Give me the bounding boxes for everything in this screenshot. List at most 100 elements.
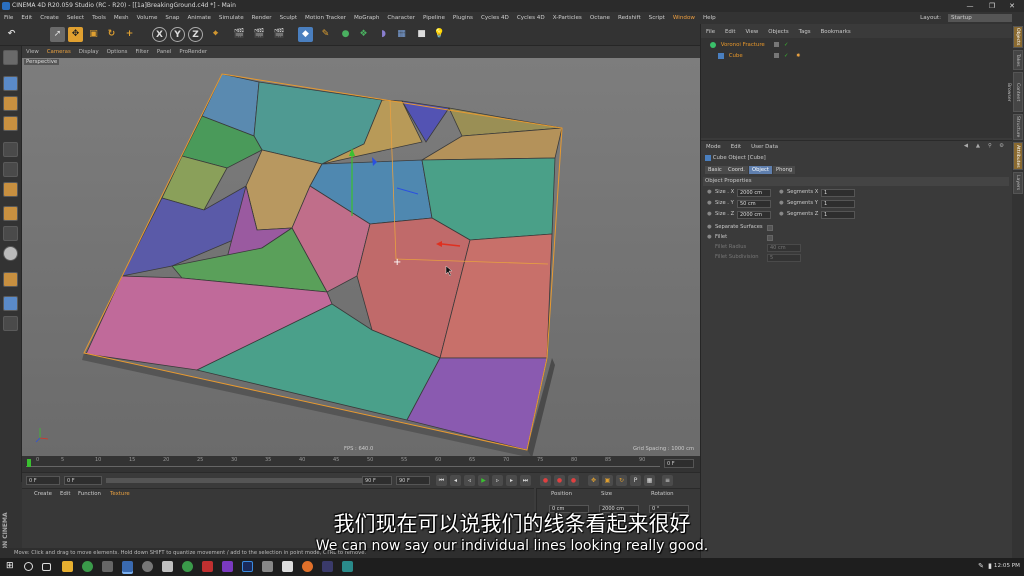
object-row-voronoi-fracture[interactable]: Voronoi Fracture ✓ — [704, 40, 1004, 50]
visibility-dots-icon[interactable] — [774, 42, 779, 47]
visibility-dots-icon[interactable] — [774, 53, 779, 58]
keyframe-selection-icon[interactable]: ● — [568, 475, 579, 486]
material-menu-function[interactable]: Function — [78, 491, 101, 497]
tab-objects[interactable]: Objects — [1013, 26, 1023, 48]
taskbar-clock[interactable]: 12:05 PM — [994, 563, 1020, 569]
taskbar-app-icon[interactable] — [162, 561, 173, 572]
prev-frame-icon[interactable]: ◃ — [464, 475, 475, 486]
menu-tools[interactable]: Tools — [88, 12, 110, 24]
texture-mode-icon[interactable] — [3, 96, 18, 111]
fillet-subdivision-field[interactable]: 5 — [767, 254, 801, 262]
polygons-mode-icon[interactable] — [3, 182, 18, 197]
workplane-icon[interactable] — [3, 272, 18, 287]
tab-object[interactable]: Object — [749, 166, 772, 174]
menu-animate[interactable]: Animate — [183, 12, 214, 24]
windows-start-icon[interactable]: ⊞ — [6, 561, 17, 572]
next-frame-icon[interactable]: ▹ — [492, 475, 503, 486]
obj-menu-edit[interactable]: Edit — [720, 27, 740, 38]
menu-select[interactable]: Select — [63, 12, 88, 24]
scale-tool-icon[interactable]: ▣ — [86, 27, 101, 42]
cortana-icon[interactable] — [24, 562, 33, 571]
spline-pen-icon[interactable]: ✎ — [318, 27, 333, 42]
timeline-playhead[interactable] — [27, 459, 31, 467]
obj-menu-file[interactable]: File — [701, 27, 720, 38]
rotate-tool-icon[interactable]: ↻ — [104, 27, 119, 42]
taskbar-app-icon[interactable] — [102, 561, 113, 572]
camera-icon[interactable]: ■ — [414, 27, 429, 42]
record-keys-icon[interactable]: ● — [540, 475, 551, 486]
segments-z-field[interactable]: 1 — [821, 211, 855, 219]
tab-basic[interactable]: Basic — [705, 166, 725, 174]
planar-workplane-icon[interactable] — [3, 316, 18, 331]
position-key-icon[interactable]: ✥ — [588, 475, 599, 486]
menu-cycles4d-2[interactable]: Cycles 4D — [513, 12, 549, 24]
edges-mode-icon[interactable] — [3, 162, 18, 177]
enabled-check-icon[interactable]: ✓ — [784, 51, 789, 61]
attr-menu-mode[interactable]: Mode — [701, 142, 726, 153]
menu-sculpt[interactable]: Sculpt — [276, 12, 301, 24]
scale-key-icon[interactable]: ▣ — [602, 475, 613, 486]
snap-icon[interactable] — [3, 246, 18, 261]
menu-edit[interactable]: Edit — [17, 12, 36, 24]
anim-dot-icon[interactable]: ● — [707, 223, 712, 232]
recent-tools-icon[interactable]: + — [122, 27, 137, 42]
current-frame-field[interactable]: 0 F — [64, 476, 102, 485]
pen-tray-icon[interactable]: ✎ — [978, 562, 984, 570]
menu-script[interactable]: Script — [645, 12, 669, 24]
parameter-key-icon[interactable]: P — [630, 475, 641, 486]
tab-structure[interactable]: Structure — [1013, 114, 1023, 140]
tab-attributes[interactable]: Attributes — [1013, 142, 1023, 170]
viewport-menu-filter[interactable]: Filter — [131, 46, 152, 58]
taskbar-app-icon[interactable] — [322, 561, 333, 572]
live-selection-icon[interactable]: ➚ — [50, 27, 65, 42]
y-axis-lock-button[interactable]: Y — [170, 27, 185, 42]
phong-tag-icon[interactable]: ✸ — [796, 51, 801, 61]
menu-xparticles[interactable]: X-Particles — [549, 12, 586, 24]
menu-volume[interactable]: Volume — [133, 12, 162, 24]
tab-layers[interactable]: Layers — [1013, 172, 1023, 194]
render-view-icon[interactable]: 🎬 — [232, 27, 247, 42]
chrome-icon[interactable] — [182, 561, 193, 572]
tab-coord[interactable]: Coord. — [725, 166, 748, 174]
lock-workplane-icon[interactable] — [3, 296, 18, 311]
perspective-viewport[interactable]: + Perspective FPS : 640.0 Grid Spacing :… — [22, 58, 700, 456]
fillet-radius-field[interactable]: 40 cm — [767, 244, 801, 252]
make-editable-icon[interactable] — [3, 50, 18, 65]
menu-simulate[interactable]: Simulate — [215, 12, 248, 24]
anim-dot-icon[interactable]: ● — [779, 210, 784, 219]
attr-menu-user-data[interactable]: User Data — [746, 142, 783, 153]
rotation-key-icon[interactable]: ↻ — [616, 475, 627, 486]
go-to-start-icon[interactable]: ⏮ — [436, 475, 447, 486]
menu-redshift[interactable]: Redshift — [614, 12, 645, 24]
timeline-ruler[interactable]: 0 5 10 15 20 25 30 35 40 45 50 55 60 65 … — [22, 456, 700, 472]
object-name[interactable]: Voronoi Fracture — [721, 42, 765, 48]
taskbar-app-icon[interactable] — [142, 561, 153, 572]
obj-menu-objects[interactable]: Objects — [763, 27, 793, 38]
end-frame-field[interactable]: 90 F — [396, 476, 430, 485]
attr-menu-edit[interactable]: Edit — [726, 142, 746, 153]
viewport-menu-prorender[interactable]: ProRender — [175, 46, 211, 58]
attr-settings-icon[interactable]: ⚙ — [994, 141, 1009, 152]
restore-button[interactable]: ❐ — [982, 0, 1002, 12]
anim-dot-icon[interactable]: ● — [779, 199, 784, 208]
close-button[interactable]: ✕ — [1002, 0, 1022, 12]
menu-cycles4d[interactable]: Cycles 4D — [477, 12, 513, 24]
start-frame-field[interactable]: 0 F — [26, 476, 60, 485]
menu-create[interactable]: Create — [36, 12, 63, 24]
array-generator-icon[interactable]: ❖ — [356, 27, 371, 42]
x-axis-lock-button[interactable]: X — [152, 27, 167, 42]
viewport-menu-panel[interactable]: Panel — [153, 46, 176, 58]
coord-rotation-h[interactable]: 0 ° — [649, 505, 689, 513]
menu-pipeline[interactable]: Pipeline — [419, 12, 449, 24]
size-x-field[interactable]: 2000 cm — [737, 189, 771, 197]
move-tool-icon[interactable]: ✥ — [68, 27, 83, 42]
render-settings-icon[interactable]: 🎬 — [272, 27, 287, 42]
tab-phong[interactable]: Phong — [773, 166, 796, 174]
cube-primitive-icon[interactable]: ◆ — [298, 27, 313, 42]
layout-dropdown[interactable]: Startup — [948, 13, 1012, 22]
obj-menu-view[interactable]: View — [740, 27, 763, 38]
workplane-mode-icon[interactable] — [3, 116, 18, 131]
photoshop-icon[interactable] — [242, 561, 253, 572]
menu-window[interactable]: Window — [669, 12, 699, 24]
enable-axis-icon[interactable] — [3, 206, 18, 221]
